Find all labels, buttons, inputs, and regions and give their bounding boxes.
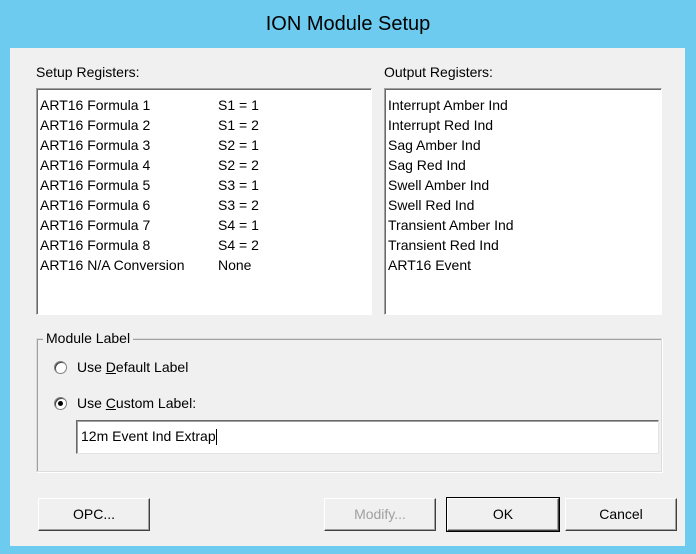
register-value: S1 = 2 — [218, 117, 259, 133]
list-item[interactable]: ART16 Formula 6 S3 = 2 — [37, 195, 371, 215]
register-value: S2 = 1 — [218, 137, 259, 153]
list-item[interactable]: ART16 N/A Conversion None — [37, 255, 371, 275]
register-value: None — [218, 257, 252, 273]
register-name: ART16 Formula 7 — [40, 217, 151, 233]
register-name: ART16 Formula 5 — [40, 177, 151, 193]
custom-label-value: 12m Event Ind Extrap — [81, 428, 216, 444]
list-item[interactable]: ART16 Formula 7 S4 = 1 — [37, 215, 371, 235]
register-value: S2 = 2 — [218, 157, 259, 173]
module-label-group-title: Module Label — [43, 330, 134, 346]
list-item[interactable]: Swell Amber Ind — [385, 175, 661, 195]
register-value: S3 = 2 — [218, 197, 259, 213]
list-item[interactable]: ART16 Formula 3 S2 = 1 — [37, 135, 371, 155]
register-name: ART16 N/A Conversion — [40, 257, 185, 273]
output-registers-list[interactable]: Interrupt Amber Ind Interrupt Red Ind Sa… — [384, 88, 662, 315]
list-item[interactable]: Sag Red Ind — [385, 155, 661, 175]
use-default-label-radio[interactable]: Use Default Label — [54, 359, 188, 375]
register-value: S1 = 1 — [218, 97, 259, 113]
register-value: S4 = 1 — [218, 217, 259, 233]
list-item[interactable]: Transient Amber Ind — [385, 215, 661, 235]
register-name: ART16 Formula 4 — [40, 157, 151, 173]
register-name: ART16 Formula 6 — [40, 197, 151, 213]
list-item[interactable]: ART16 Formula 5 S3 = 1 — [37, 175, 371, 195]
use-custom-label-radio[interactable]: Use Custom Label: — [54, 395, 196, 411]
use-custom-label-text: Use Custom Label: — [77, 395, 197, 411]
radio-circle-icon — [54, 360, 67, 374]
dialog-client-area: Setup Registers: ART16 Formula 1 S1 = 1 A… — [10, 48, 685, 546]
list-item[interactable]: Interrupt Red Ind — [385, 115, 661, 135]
list-item[interactable]: ART16 Formula 4 S2 = 2 — [37, 155, 371, 175]
list-item[interactable]: Sag Amber Ind — [385, 135, 661, 155]
list-item[interactable]: Interrupt Amber Ind — [385, 95, 661, 115]
list-item[interactable]: ART16 Formula 1 S1 = 1 — [37, 95, 371, 115]
output-registers-label: Output Registers: — [384, 64, 493, 80]
modify-button[interactable]: Modify... — [324, 498, 436, 531]
text-caret — [215, 429, 217, 446]
register-value: S3 = 1 — [218, 177, 259, 193]
custom-label-input[interactable]: 12m Event Ind Extrap — [76, 420, 659, 454]
setup-registers-list[interactable]: ART16 Formula 1 S1 = 1 ART16 Formula 2 S1 … — [36, 88, 372, 315]
register-name: ART16 Formula 3 — [40, 137, 151, 153]
list-item[interactable]: ART16 Formula 2 S1 = 2 — [37, 115, 371, 135]
register-name: ART16 Formula 8 — [40, 237, 151, 253]
title-bar[interactable]: ION Module Setup — [0, 0, 696, 48]
register-value: S4 = 2 — [218, 237, 259, 253]
list-item[interactable]: ART16 Formula 8 S4 = 2 — [37, 235, 371, 255]
use-default-label-text: Use Default Label — [77, 359, 189, 375]
register-name: ART16 Formula 2 — [40, 117, 151, 133]
cancel-button[interactable]: Cancel — [565, 498, 677, 531]
register-name: ART16 Formula 1 — [40, 97, 151, 113]
list-item[interactable]: ART16 Event — [385, 255, 661, 275]
ok-button[interactable]: OK — [446, 497, 560, 532]
setup-registers-label: Setup Registers: — [36, 64, 140, 80]
opc-button[interactable]: OPC... — [38, 498, 150, 531]
window-title: ION Module Setup — [265, 13, 431, 35]
list-item[interactable]: Swell Red Ind — [385, 195, 661, 215]
radio-selected-icon — [54, 396, 67, 410]
list-item[interactable]: Transient Red Ind — [385, 235, 661, 255]
